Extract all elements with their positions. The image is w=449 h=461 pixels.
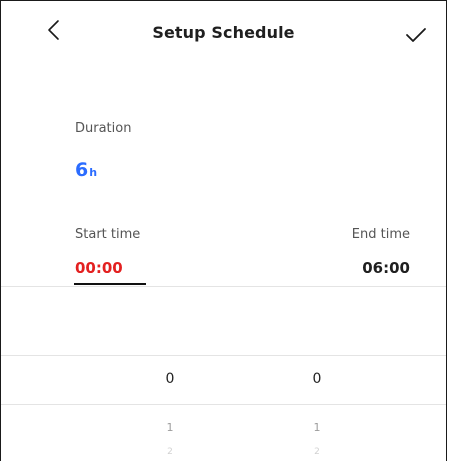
minute-selected-value: 0 (312, 371, 322, 387)
duration-unit: h (89, 166, 98, 179)
time-picker: 0 1 2 0 1 2 (1, 287, 446, 461)
hour-selected-value: 0 (165, 371, 175, 387)
duration-label: Duration (75, 121, 132, 136)
picker-selection-line-top (1, 355, 446, 356)
hour-picker-column[interactable]: 0 1 2 (140, 287, 200, 461)
start-time-underline (74, 283, 146, 285)
minute-picker-column[interactable]: 0 1 2 (287, 287, 347, 461)
picker-selection-line-bottom (1, 404, 446, 405)
minute-next-value: 1 (313, 421, 321, 434)
page-title: Setup Schedule (152, 23, 295, 42)
start-time-label: Start time (75, 227, 141, 242)
minute-faded-value: 2 (314, 447, 320, 457)
header-bar: Setup Schedule (1, 1, 446, 71)
schedule-screen: Setup Schedule Duration 6h Start time En… (0, 0, 447, 461)
duration-value: 6h (75, 159, 97, 181)
start-time-value[interactable]: 00:00 (75, 259, 123, 277)
hour-next-value: 1 (166, 421, 174, 434)
hour-faded-value: 2 (167, 447, 173, 457)
check-icon (406, 28, 426, 42)
end-time-value[interactable]: 06:00 (362, 259, 410, 277)
end-time-label: End time (351, 227, 410, 242)
duration-number: 6 (75, 159, 89, 181)
confirm-button[interactable] (403, 23, 429, 47)
